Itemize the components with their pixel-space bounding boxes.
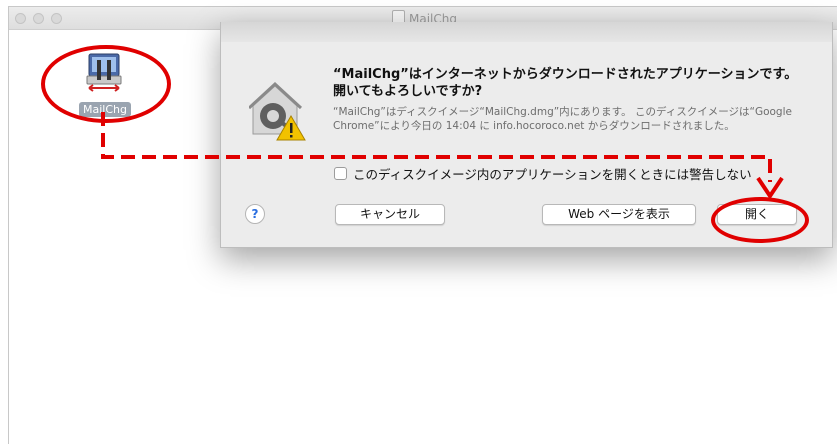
close-window-button[interactable] xyxy=(15,13,26,24)
show-web-page-button[interactable]: Web ページを表示 xyxy=(542,204,696,225)
annotation-circle-open xyxy=(711,197,809,243)
dont-warn-checkbox[interactable] xyxy=(334,167,347,180)
dialog-title: “MailChg”はインターネットからダウンロードされたアプリケーションです。開… xyxy=(333,67,798,99)
dont-warn-label: このディスクイメージ内のアプリケーションを開くときには警告しない xyxy=(353,167,752,182)
gatekeeper-warning-icon xyxy=(249,81,306,141)
help-button[interactable]: ? xyxy=(245,204,265,224)
annotation-circle-app xyxy=(41,45,171,123)
dialog-body: “MailChg”はディスクイメージ“MailChg.dmg”内にあります。 こ… xyxy=(333,106,792,132)
dialog-top-strip xyxy=(221,22,832,42)
dont-warn-checkbox-row[interactable]: このディスクイメージ内のアプリケーションを開くときには警告しない xyxy=(334,164,752,183)
zoom-window-button[interactable] xyxy=(51,13,62,24)
cancel-button[interactable]: キャンセル xyxy=(335,204,445,225)
minimize-window-button[interactable] xyxy=(33,13,44,24)
